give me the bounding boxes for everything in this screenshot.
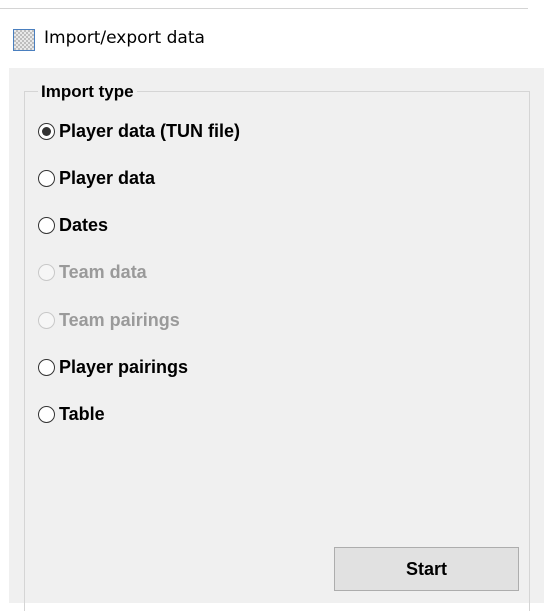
radio-label: Player data xyxy=(59,167,156,188)
radio-label: Dates xyxy=(59,214,109,235)
radio-team-pairings: Team pairings xyxy=(38,309,180,331)
radio-label: Team pairings xyxy=(59,309,180,330)
radio-player-pairings[interactable]: Player pairings xyxy=(38,356,188,378)
radio-selected-dot xyxy=(42,126,51,136)
radio-player-data-tun[interactable]: Player data (TUN file) xyxy=(38,120,240,142)
title-bar-border xyxy=(0,8,528,9)
import-type-label: Import type xyxy=(38,82,137,102)
radio-button-icon[interactable] xyxy=(38,122,55,140)
window-title: Import/export data xyxy=(44,28,205,48)
radio-button-icon[interactable] xyxy=(38,216,55,234)
radio-label: Player pairings xyxy=(59,356,189,377)
title-bar: Import/export data xyxy=(0,0,544,68)
radio-button-icon xyxy=(38,311,55,329)
radio-team-data: Team data xyxy=(38,261,147,283)
radio-label: Player data (TUN file) xyxy=(59,120,241,141)
radio-label: Table xyxy=(59,403,105,424)
start-button[interactable]: Start xyxy=(334,547,519,591)
radio-dates[interactable]: Dates xyxy=(38,214,108,236)
app-grid-icon xyxy=(13,29,35,51)
radio-player-data[interactable]: Player data xyxy=(38,167,155,189)
radio-table[interactable]: Table xyxy=(38,403,105,425)
radio-button-icon xyxy=(38,263,55,281)
radio-button-icon[interactable] xyxy=(38,358,55,376)
radio-button-icon[interactable] xyxy=(38,169,55,187)
radio-button-icon[interactable] xyxy=(38,405,55,423)
radio-label: Team data xyxy=(59,261,147,282)
